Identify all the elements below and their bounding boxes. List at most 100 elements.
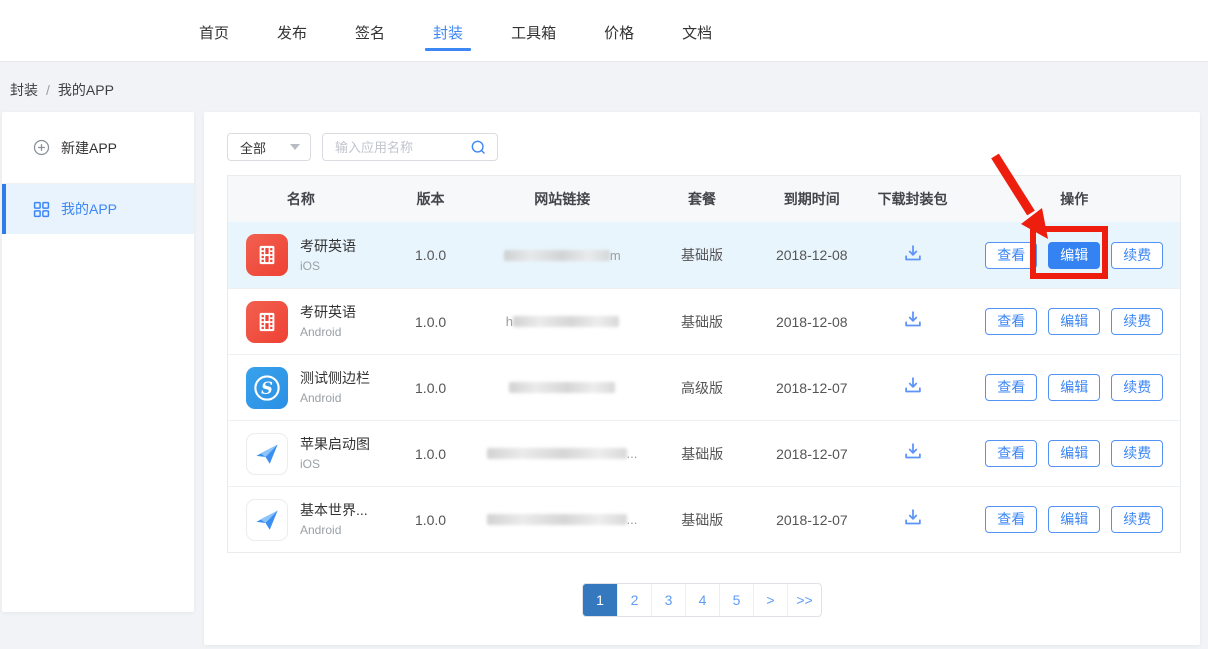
app-expiry: 2018-12-07 xyxy=(767,380,857,396)
table-row: 基本世界...Android 1.0.0 ... 基础版 2018-12-07 … xyxy=(228,486,1180,552)
app-name: 考研英语 xyxy=(300,303,356,321)
search-box xyxy=(322,133,498,161)
download-icon[interactable] xyxy=(902,242,924,264)
sidebar-item-label: 新建APP xyxy=(61,138,117,158)
page-button-5[interactable]: 5 xyxy=(719,584,753,616)
view-button[interactable]: 查看 xyxy=(985,440,1037,467)
download-icon[interactable] xyxy=(902,374,924,396)
renew-button[interactable]: 续费 xyxy=(1111,374,1163,401)
blurred-url xyxy=(487,514,626,525)
table-row: 考研英语 iOS 1.0.0 m 基础版 2018-12-08 查看 编辑 续费 xyxy=(228,222,1180,288)
breadcrumb-current: 我的APP xyxy=(58,82,114,98)
app-version: 1.0.0 xyxy=(374,247,488,263)
app-version: 1.0.0 xyxy=(374,512,488,528)
app-plan: 高级版 xyxy=(637,378,767,398)
category-dropdown[interactable]: 全部 xyxy=(227,133,311,161)
edit-button[interactable]: 编辑 xyxy=(1048,440,1100,467)
nav-tab-home[interactable]: 首页 xyxy=(199,0,229,61)
app-version: 1.0.0 xyxy=(374,380,488,396)
view-button[interactable]: 查看 xyxy=(985,308,1037,335)
svg-text:S: S xyxy=(261,378,273,397)
last-page-button[interactable]: >> xyxy=(787,584,821,616)
app-icon-paper-plane xyxy=(246,499,288,541)
col-header-url: 网站链接 xyxy=(487,189,637,209)
renew-button[interactable]: 续费 xyxy=(1111,242,1163,269)
nav-tab-toolbox[interactable]: 工具箱 xyxy=(511,0,556,61)
url-fragment: ... xyxy=(627,446,638,461)
app-platform: Android xyxy=(300,390,370,406)
app-expiry: 2018-12-08 xyxy=(767,314,857,330)
app-platform: iOS xyxy=(300,258,356,274)
app-platform: iOS xyxy=(300,456,370,472)
col-header-actions: 操作 xyxy=(968,189,1180,209)
download-icon[interactable] xyxy=(902,506,924,528)
nav-tab-publish[interactable]: 发布 xyxy=(277,0,307,61)
app-plan: 基础版 xyxy=(637,245,767,265)
table-row: 考研英语Android 1.0.0 h 基础版 2018-12-08 查看 编辑… xyxy=(228,288,1180,354)
app-expiry: 2018-12-08 xyxy=(767,247,857,263)
nav-tab-sign[interactable]: 签名 xyxy=(355,0,385,61)
sidebar-item-my-apps[interactable]: 我的APP xyxy=(2,184,194,234)
sidebar-item-new-app[interactable]: 新建APP xyxy=(2,112,194,184)
nav-tab-pricing[interactable]: 价格 xyxy=(604,0,634,61)
table-row: S 测试侧边栏 Android 1.0.0 高级版 2018-12-07 查看 编… xyxy=(228,354,1180,420)
blurred-url xyxy=(513,316,619,327)
search-icon[interactable] xyxy=(470,139,487,156)
page-button-4[interactable]: 4 xyxy=(685,584,719,616)
col-header-download: 下载封装包 xyxy=(857,189,969,209)
renew-button[interactable]: 续费 xyxy=(1111,506,1163,533)
table-row: 苹果启动图iOS 1.0.0 ... 基础版 2018-12-07 查看 编辑 … xyxy=(228,420,1180,486)
app-icon-paper-plane xyxy=(246,433,288,475)
edit-button[interactable]: 编辑 xyxy=(1048,374,1100,401)
app-name: 苹果启动图 xyxy=(300,435,370,453)
page-button-1[interactable]: 1 xyxy=(583,584,617,616)
app-platform: Android xyxy=(300,522,368,538)
breadcrumb-section[interactable]: 封装 xyxy=(10,82,38,98)
page-button-2[interactable]: 2 xyxy=(617,584,651,616)
search-input[interactable] xyxy=(325,140,470,155)
apps-table: 名称 版本 网站链接 套餐 到期时间 下载封装包 操作 考研英语 iOS 1.0.… xyxy=(227,175,1181,553)
grid-icon xyxy=(33,201,50,218)
renew-button[interactable]: 续费 xyxy=(1111,440,1163,467)
app-name: 测试侧边栏 xyxy=(300,369,370,387)
pagination: 1 2 3 4 5 > >> xyxy=(582,583,822,617)
app-icon-film xyxy=(246,234,288,276)
page-button-3[interactable]: 3 xyxy=(651,584,685,616)
app-icon-s-logo: S xyxy=(246,367,288,409)
app-platform: Android xyxy=(300,324,356,340)
top-nav: 首页 发布 签名 封装 工具箱 价格 文档 xyxy=(0,0,1208,62)
url-fragment: h xyxy=(506,314,513,329)
app-plan: 基础版 xyxy=(637,312,767,332)
next-page-button[interactable]: > xyxy=(753,584,787,616)
renew-button[interactable]: 续费 xyxy=(1111,308,1163,335)
view-button[interactable]: 查看 xyxy=(985,374,1037,401)
app-version: 1.0.0 xyxy=(374,446,488,462)
download-icon[interactable] xyxy=(902,308,924,330)
edit-button[interactable]: 编辑 xyxy=(1048,506,1100,533)
edit-button[interactable]: 编辑 xyxy=(1048,308,1100,335)
table-header-row: 名称 版本 网站链接 套餐 到期时间 下载封装包 操作 xyxy=(228,176,1180,222)
app-plan: 基础版 xyxy=(637,510,767,530)
edit-button[interactable]: 编辑 xyxy=(1048,242,1100,269)
view-button[interactable]: 查看 xyxy=(985,506,1037,533)
view-button[interactable]: 查看 xyxy=(985,242,1037,269)
download-icon[interactable] xyxy=(902,440,924,462)
blurred-url xyxy=(487,448,626,459)
col-header-name: 名称 xyxy=(228,189,374,209)
col-header-expiry: 到期时间 xyxy=(767,189,857,209)
app-icon-film xyxy=(246,301,288,343)
app-name: 基本世界... xyxy=(300,501,368,519)
main-panel: 全部 名称 版本 网站链接 套餐 到期时间 下载封装包 操作 考研英语 iOS xyxy=(204,112,1200,645)
app-expiry: 2018-12-07 xyxy=(767,512,857,528)
breadcrumb: 封装/我的APP xyxy=(10,80,114,100)
blurred-url xyxy=(509,382,615,393)
category-dropdown-value: 全部 xyxy=(240,138,266,157)
nav-tab-package[interactable]: 封装 xyxy=(433,0,463,61)
app-name: 考研英语 xyxy=(300,237,356,255)
url-fragment: m xyxy=(610,248,621,263)
app-plan: 基础版 xyxy=(637,444,767,464)
nav-tab-docs[interactable]: 文档 xyxy=(682,0,712,61)
url-fragment: ... xyxy=(627,512,638,527)
sidebar: 新建APP 我的APP xyxy=(2,112,194,612)
col-header-version: 版本 xyxy=(374,189,488,209)
